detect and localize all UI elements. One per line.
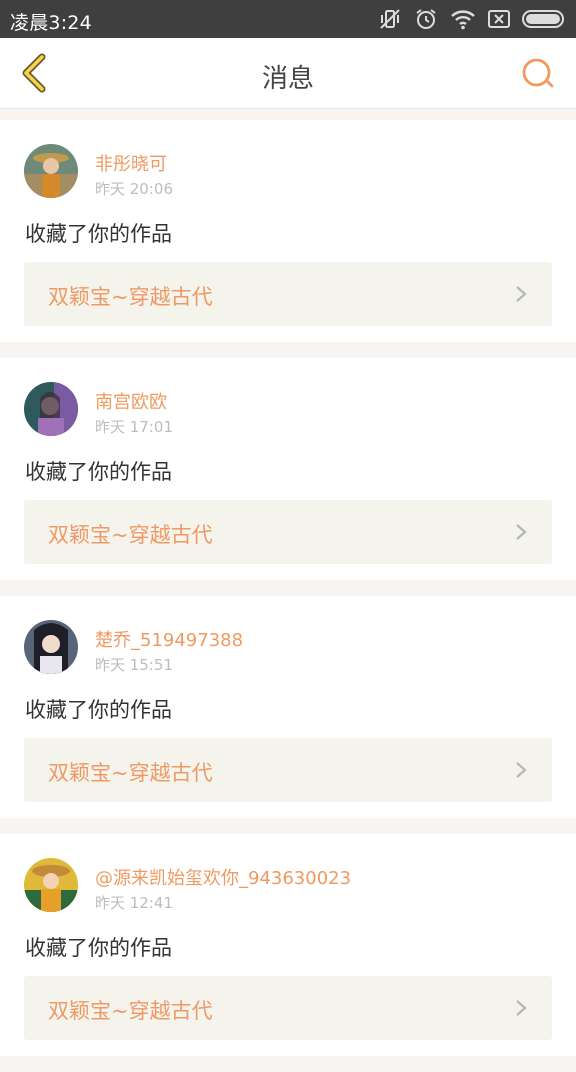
timestamp: 昨天 12:41 — [95, 894, 173, 912]
action-text: 收藏了你的作品 — [25, 222, 172, 246]
avatar[interactable] — [24, 620, 78, 674]
search-icon — [522, 58, 554, 88]
notification-card: 楚乔_519497388 昨天 15:51 收藏了你的作品 双颖宝~穿越古代 — [0, 596, 576, 818]
avatar[interactable] — [24, 382, 78, 436]
no-sim-icon — [488, 9, 510, 29]
status-icons — [378, 6, 566, 32]
work-link[interactable]: 双颖宝~穿越古代 — [24, 262, 552, 326]
work-title: 双颖宝~穿越古代 — [48, 285, 213, 309]
avatar[interactable] — [24, 858, 78, 912]
alarm-icon — [414, 7, 438, 31]
timestamp: 昨天 15:51 — [95, 656, 173, 674]
page-title: 消息 — [261, 64, 314, 94]
action-text: 收藏了你的作品 — [25, 698, 172, 722]
work-title: 双颖宝~穿越古代 — [48, 761, 213, 785]
wifi-icon — [450, 8, 476, 30]
action-text: 收藏了你的作品 — [25, 460, 172, 484]
nav-bar: 消息 — [0, 38, 576, 109]
username[interactable]: 非彤晓可 — [95, 150, 167, 176]
avatar[interactable] — [24, 144, 78, 198]
username[interactable]: 楚乔_519497388 — [95, 626, 243, 652]
timestamp: 昨天 17:01 — [95, 418, 173, 436]
timestamp: 昨天 20:06 — [95, 180, 173, 198]
work-link[interactable]: 双颖宝~穿越古代 — [24, 976, 552, 1040]
chevron-right-icon — [516, 762, 527, 778]
search-button[interactable] — [520, 56, 556, 92]
work-title: 双颖宝~穿越古代 — [48, 999, 213, 1023]
username[interactable]: 南宫欧欧 — [95, 388, 167, 414]
battery-icon — [522, 9, 566, 29]
work-link[interactable]: 双颖宝~穿越古代 — [24, 500, 552, 564]
work-link[interactable]: 双颖宝~穿越古代 — [24, 738, 552, 802]
status-time: 凌晨3:24 — [10, 12, 92, 34]
chevron-right-icon — [516, 524, 527, 540]
vibrate-off-icon — [378, 7, 402, 31]
notification-card: 南宫欧欧 昨天 17:01 收藏了你的作品 双颖宝~穿越古代 — [0, 358, 576, 580]
username[interactable]: @源来凯始玺欢你_943630023 — [95, 864, 351, 890]
action-text: 收藏了你的作品 — [25, 936, 172, 960]
notification-card: 非彤晓可 昨天 20:06 收藏了你的作品 双颖宝~穿越古代 — [0, 120, 576, 342]
chevron-right-icon — [516, 1000, 527, 1016]
notification-list[interactable]: 非彤晓可 昨天 20:06 收藏了你的作品 双颖宝~穿越古代 南宫欧欧 昨天 1… — [0, 120, 576, 1072]
notification-card: @源来凯始玺欢你_943630023 昨天 12:41 收藏了你的作品 双颖宝~… — [0, 834, 576, 1056]
work-title: 双颖宝~穿越古代 — [48, 523, 213, 547]
chevron-right-icon — [516, 286, 527, 302]
status-bar: 凌晨3:24 — [0, 0, 576, 38]
